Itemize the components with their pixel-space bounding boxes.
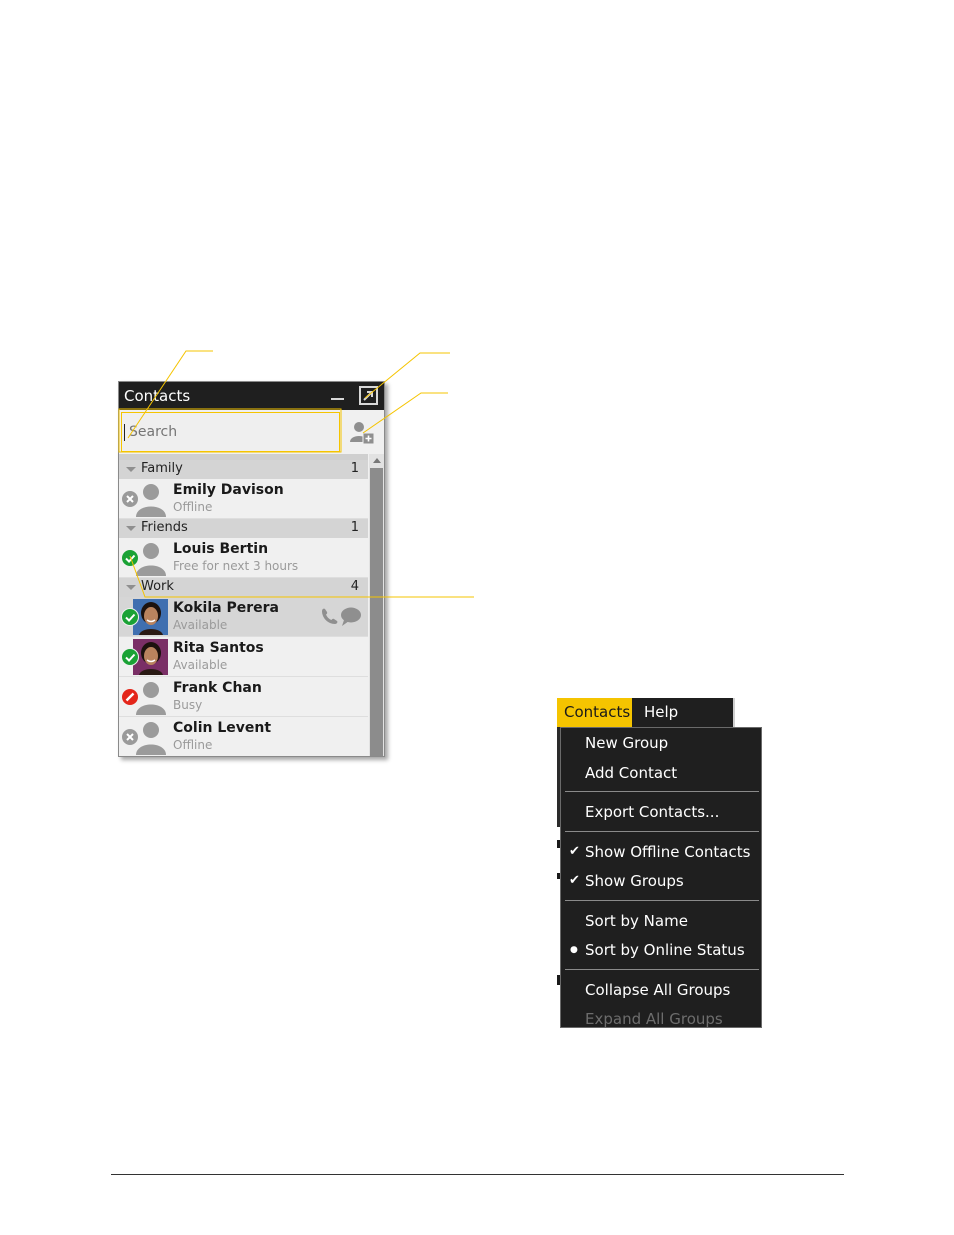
contact-name: Emily Davison — [173, 482, 284, 498]
contact-row[interactable]: Kokila Perera Available — [119, 597, 368, 637]
contact-status-text: Available — [173, 618, 228, 632]
contact-status-text: Offline — [173, 738, 213, 752]
presence-offline-icon — [121, 728, 139, 746]
menu-item-label: Show Groups — [585, 872, 684, 890]
menu-item-label: Collapse All Groups — [585, 980, 731, 999]
checkmark-icon: ✔ — [569, 843, 580, 859]
popout-icon[interactable] — [358, 385, 379, 406]
menu-item-new-group[interactable]: New Group — [561, 729, 761, 757]
menu-item-label: New Group — [585, 734, 669, 752]
group-header-friends[interactable]: Friends 1 — [119, 519, 368, 538]
group-name: Friends — [141, 520, 188, 535]
presence-available-icon — [121, 608, 139, 626]
menu-item-expand-all-groups: Expand All Groups — [561, 1005, 761, 1033]
menu-separator — [565, 968, 759, 970]
presence-available-icon — [121, 648, 139, 666]
contacts-window: Contacts Family 1 Emily Davison Offline Frie… — [118, 381, 385, 757]
presence-busy-icon — [121, 688, 139, 706]
menu-item-export-contacts[interactable]: Export Contacts... — [561, 798, 761, 826]
search-input[interactable] — [121, 412, 340, 452]
window-title: Contacts — [124, 387, 191, 405]
chat-bubble-icon[interactable] — [341, 607, 361, 627]
group-header-family[interactable]: Family 1 — [119, 460, 368, 479]
contact-row[interactable]: Louis Bertin Free for next 3 hours — [119, 538, 368, 578]
contact-name: Louis Bertin — [173, 541, 269, 557]
menu-item-label: Add Contact — [585, 763, 678, 782]
contact-list: Family 1 Emily Davison Offline Friends 1 Louis… — [119, 454, 368, 756]
menu-item-add-contact[interactable]: Add Contact — [561, 759, 761, 787]
contact-name: Frank Chan — [173, 680, 262, 696]
checkmark-icon: ✔ — [569, 873, 580, 888]
contact-actions — [322, 607, 361, 627]
scroll-up-arrow-icon[interactable] — [373, 458, 381, 463]
menu-item-show-groups[interactable]: ✔ Show Groups — [561, 867, 761, 895]
menu-item-show-offline-contacts[interactable]: ✔ Show Offline Contacts — [561, 838, 761, 866]
menu-separator — [565, 830, 759, 832]
group-count: 1 — [350, 520, 359, 535]
contact-status-text: Offline — [173, 500, 213, 514]
contact-row[interactable]: Frank Chan Busy — [119, 677, 368, 717]
group-name: Work — [141, 579, 174, 594]
menu-item-sort-by-online-status[interactable]: ● Sort by Online Status — [561, 936, 761, 964]
contact-row[interactable]: Colin Levent Offline — [119, 717, 368, 756]
contact-status-text: Busy — [173, 698, 203, 712]
contact-name: Colin Levent — [173, 720, 272, 736]
title-bar: Contacts — [119, 382, 384, 410]
menu-bar-help[interactable]: Help — [637, 698, 685, 727]
menu-bar-contacts[interactable]: Contacts — [557, 698, 632, 727]
menu-separator — [565, 791, 759, 792]
group-header-work[interactable]: Work 4 — [119, 578, 368, 597]
phone-icon[interactable] — [322, 608, 338, 624]
search-row — [119, 410, 384, 454]
contacts-dropdown-menu: New Group Add Contact Export Contacts... ✔ S… — [560, 727, 762, 1028]
collapse-triangle-icon[interactable] — [126, 467, 136, 472]
collapse-triangle-icon[interactable] — [126, 585, 136, 590]
menu-item-label: Expand All Groups — [585, 1010, 723, 1028]
menu-item-label: Sort by Online Status — [585, 941, 745, 959]
contact-name: Kokila Perera — [173, 600, 279, 616]
contact-status-text: Available — [173, 658, 228, 672]
menu-bar: Contacts Help — [557, 698, 735, 727]
collapse-triangle-icon[interactable] — [126, 526, 136, 531]
text-caret — [124, 424, 125, 441]
menu-item-label: Show Offline Contacts — [585, 842, 751, 861]
scrollbar-thumb[interactable] — [370, 468, 383, 756]
menu-item-collapse-all-groups[interactable]: Collapse All Groups — [561, 976, 761, 1004]
add-contact-icon[interactable] — [349, 420, 375, 446]
presence-offline-icon — [121, 490, 139, 508]
contact-status-text: Free for next 3 hours — [173, 559, 299, 573]
menu-item-sort-by-name[interactable]: Sort by Name — [561, 907, 761, 935]
menu-separator — [565, 899, 759, 901]
menu-item-label: Export Contacts... — [585, 803, 720, 821]
minimize-icon[interactable] — [331, 398, 344, 400]
presence-available-icon — [121, 549, 139, 567]
contact-row[interactable]: Rita Santos Available — [119, 637, 368, 677]
group-count: 4 — [350, 579, 359, 594]
scrollbar[interactable] — [369, 454, 384, 756]
group-name: Family — [141, 461, 183, 476]
group-count: 1 — [350, 461, 359, 476]
menu-item-label: Sort by Name — [585, 911, 688, 930]
contact-row[interactable]: Emily Davison Offline — [119, 479, 368, 519]
contact-name: Rita Santos — [173, 640, 264, 656]
radio-bullet-icon: ● — [570, 945, 578, 955]
footer-rule — [111, 1174, 844, 1175]
